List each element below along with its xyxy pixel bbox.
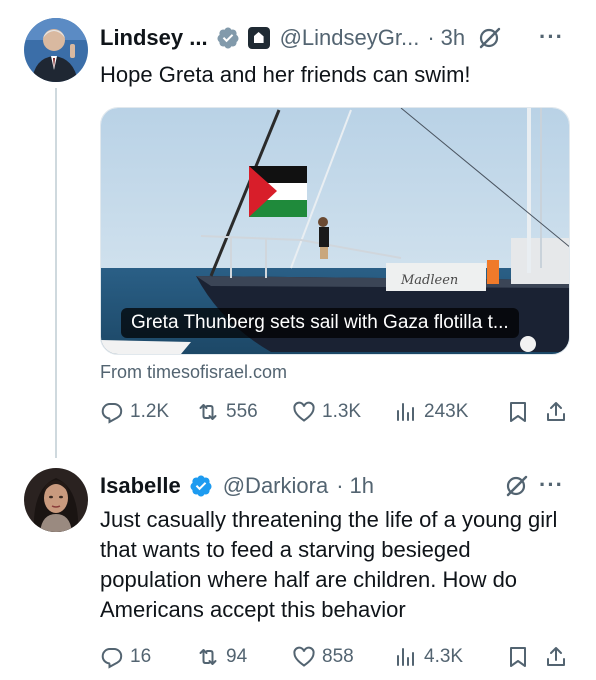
bookmark-button[interactable]	[506, 645, 544, 669]
author-name[interactable]: Lindsey ...	[100, 25, 208, 51]
tweet-text: Hope Greta and her friends can swim!	[100, 62, 471, 87]
repost-icon	[199, 404, 217, 420]
like-count: 858	[322, 646, 354, 667]
like-button[interactable]: 858	[292, 645, 394, 669]
views-button[interactable]: 4.3K	[394, 645, 506, 669]
views-icon	[397, 403, 414, 421]
share-icon	[547, 647, 565, 666]
tweet-isabelle[interactable]: Isabelle @Darkiora · 1h ··· Just casuall…	[0, 450, 596, 680]
more-options-icon[interactable]: ···	[539, 472, 564, 498]
views-button[interactable]: 243K	[394, 400, 506, 424]
bookmark-icon	[510, 647, 526, 667]
reply-count: 1.2K	[130, 401, 170, 422]
tweet-header: Isabelle @Darkiora · 1h ···	[100, 470, 580, 502]
separator: ·	[336, 473, 344, 498]
heart-icon	[293, 401, 315, 422]
views-icon	[397, 648, 414, 666]
reply-button[interactable]: 16	[100, 645, 196, 669]
repost-button[interactable]: 556	[196, 400, 292, 424]
tweet-text: Just casually threatening the life of a …	[100, 507, 558, 622]
more-options-icon[interactable]: ···	[539, 24, 564, 50]
reply-button[interactable]: 1.2K	[100, 400, 196, 424]
reply-count: 16	[130, 646, 152, 667]
timestamp[interactable]: 1h	[350, 473, 374, 499]
repost-count: 556	[226, 401, 258, 422]
like-count: 1.3K	[322, 401, 362, 422]
tweet-header: Lindsey ... @LindseyGr... · 3h ···	[100, 22, 580, 54]
heart-icon	[293, 646, 315, 667]
tweet-lindsey[interactable]: Lindsey ... @LindseyGr... · 3h ··· Hope …	[0, 0, 596, 450]
share-icon	[547, 402, 565, 421]
views-count: 243K	[424, 401, 469, 422]
government-badge-icon[interactable]	[247, 27, 270, 49]
separator: ·	[427, 25, 435, 50]
bookmark-button[interactable]	[506, 400, 544, 424]
avatar[interactable]	[24, 18, 88, 82]
action-bar: 1.2K 556 1.3K 243K	[100, 400, 574, 424]
link-card[interactable]: Madleen Greta Thunberg sets sail with Ga…	[100, 107, 570, 355]
boat-name-label: Madleen	[400, 273, 458, 288]
views-count: 4.3K	[424, 646, 464, 667]
card-caption: Greta Thunberg sets sail with Gaza floti…	[121, 308, 519, 338]
card-source[interactable]: From timesofisrael.com	[100, 362, 287, 383]
grok-icon[interactable]	[504, 473, 530, 499]
action-bar: 16 94 858 4.3K	[100, 645, 574, 669]
reply-icon	[101, 403, 123, 424]
author-handle[interactable]: @Darkiora	[223, 473, 328, 499]
repost-count: 94	[226, 646, 248, 667]
share-button[interactable]	[544, 645, 574, 669]
avatar[interactable]	[24, 468, 88, 532]
repost-icon	[199, 649, 217, 665]
reply-icon	[101, 648, 123, 669]
like-button[interactable]: 1.3K	[292, 400, 394, 424]
grok-icon[interactable]	[477, 25, 503, 51]
verified-badge-icon[interactable]	[216, 26, 240, 50]
repost-button[interactable]: 94	[196, 645, 292, 669]
share-button[interactable]	[544, 400, 574, 424]
bookmark-icon	[510, 402, 526, 422]
verified-badge-icon[interactable]	[189, 474, 213, 498]
timestamp[interactable]: 3h	[441, 25, 465, 51]
author-handle[interactable]: @LindseyGr...	[280, 25, 420, 51]
author-name[interactable]: Isabelle	[100, 473, 181, 499]
